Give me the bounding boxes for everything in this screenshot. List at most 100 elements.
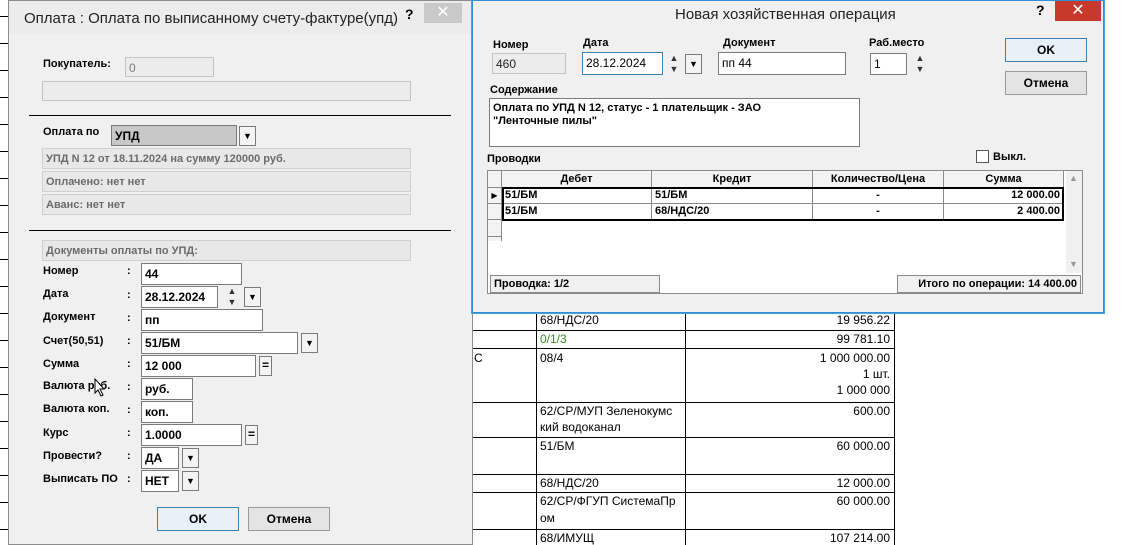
buyer-field[interactable]: 0: [125, 57, 214, 77]
op-document-field[interactable]: пп 44: [718, 52, 846, 75]
content-textarea[interactable]: Оплата по УПД N 12, статус - 1 плательщи…: [489, 98, 860, 147]
close-icon[interactable]: ✕: [1055, 1, 1101, 21]
ledger-account: 51/БМ: [540, 439, 575, 453]
ledger-amount: 600.00: [853, 404, 890, 418]
mouse-cursor-icon: [94, 378, 106, 397]
issue-po-label: Выписать ПО: [43, 473, 118, 485]
pay-by-select[interactable]: УПД: [111, 125, 237, 146]
help-icon[interactable]: ?: [1036, 2, 1045, 18]
docs-header: Документы оплаты по УПД:: [42, 240, 411, 261]
spin-up-icon[interactable]: ▲: [913, 54, 927, 63]
postings-grid: Дебет Кредит Количество/Цена Сумма ▶ 51/…: [487, 170, 1083, 294]
colon: :: [127, 427, 131, 439]
chevron-down-icon[interactable]: ▼: [685, 54, 702, 74]
rate-field[interactable]: 1.0000: [141, 424, 242, 446]
ledger-amount: 1 000 000.00: [819, 351, 890, 365]
postings-label: Проводки: [487, 153, 541, 165]
ledger-account: 68/ИМУЩ: [540, 531, 595, 545]
colon: :: [127, 265, 131, 277]
off-label: Выкл.: [993, 151, 1027, 163]
table-cell[interactable]: 51/БМ: [502, 188, 652, 204]
ledger-account: 68/НДС/20: [540, 476, 599, 490]
currency-kop-field[interactable]: коп.: [141, 401, 193, 423]
cancel-button[interactable]: Отмена: [248, 507, 330, 531]
calculator-icon[interactable]: =: [245, 425, 258, 445]
colon: :: [127, 358, 131, 370]
spin-down-icon[interactable]: ▼: [667, 65, 681, 74]
currency-rub-field[interactable]: руб.: [141, 378, 193, 400]
table-cell[interactable]: 2 400.00: [944, 204, 1064, 220]
ledger-amount: 60 000.00: [836, 494, 890, 508]
buyer-name-field[interactable]: [42, 81, 411, 101]
content-label: Содержание: [490, 84, 558, 96]
vertical-scrollbar[interactable]: ▲ ▼: [1066, 171, 1082, 273]
operation-total: Итого по операции: 14 400.00: [897, 275, 1081, 293]
column-header-sum[interactable]: Сумма: [944, 171, 1064, 188]
table-cell[interactable]: 51/БМ: [502, 204, 652, 220]
ok-button[interactable]: OK: [157, 507, 239, 531]
ledger-account: 68/НДС/20: [540, 313, 599, 327]
table-cell[interactable]: 51/БМ: [652, 188, 813, 204]
op-number-field[interactable]: 460: [492, 53, 566, 74]
close-icon[interactable]: ✕: [424, 3, 462, 23]
column-header-credit[interactable]: Кредит: [652, 171, 813, 188]
chevron-down-icon[interactable]: ▼: [239, 126, 256, 146]
column-header-debit[interactable]: Дебет: [502, 171, 652, 188]
ledger-amount: 107 214.00: [829, 531, 890, 545]
op-cancel-button[interactable]: Отмена: [1005, 71, 1087, 95]
advance-info: Аванс: нет нет: [42, 194, 411, 215]
off-checkbox[interactable]: [976, 150, 989, 163]
row-indicator-header: [488, 171, 502, 188]
table-cell[interactable]: -: [813, 204, 944, 220]
payment-dialog-title: Оплата : Оплата по выписанному счету-фак…: [24, 10, 399, 27]
sum-field[interactable]: 12 000: [141, 355, 256, 377]
operation-dialog-title: Новая хозяйственная операция: [675, 6, 896, 23]
chevron-down-icon[interactable]: ▼: [182, 448, 199, 468]
chevron-down-icon[interactable]: ▼: [182, 471, 199, 491]
spin-down-icon[interactable]: ▼: [913, 65, 927, 74]
ledger-amount: 1 шт.: [862, 367, 890, 381]
column-header-qty[interactable]: Количество/Цена: [813, 171, 944, 188]
op-date-field[interactable]: 28.12.2024: [582, 52, 663, 75]
row-indicator: [488, 204, 502, 220]
content-line: "Ленточные пилы": [493, 115, 597, 127]
spin-up-icon[interactable]: ▲: [667, 54, 681, 63]
scroll-up-icon[interactable]: ▲: [1069, 173, 1078, 183]
calculator-icon[interactable]: =: [259, 356, 272, 376]
divider: [29, 115, 451, 116]
ledger-account: 62/СР/ФГУП СистемаПр: [540, 494, 676, 508]
table-cell[interactable]: -: [813, 188, 944, 204]
help-icon[interactable]: ?: [405, 6, 414, 22]
upd-info: УПД N 12 от 18.11.2024 на сумму 120000 р…: [42, 148, 411, 169]
post-select[interactable]: ДА: [141, 447, 179, 469]
row-pointer-icon: ▶: [488, 188, 502, 204]
ledger-account: кий водоканал: [540, 420, 621, 434]
operation-dialog-titlebar[interactable]: Новая хозяйственная операция ? ✕: [473, 1, 1103, 29]
colon: :: [127, 473, 131, 485]
chevron-down-icon[interactable]: ▼: [301, 333, 318, 353]
number-label: Номер: [43, 265, 79, 277]
workplace-field[interactable]: 1: [870, 53, 907, 75]
table-cell[interactable]: 12 000.00: [944, 188, 1064, 204]
issue-po-select[interactable]: НЕТ: [141, 470, 179, 492]
spin-down-icon[interactable]: ▼: [225, 298, 239, 307]
account-field[interactable]: 51/БМ: [141, 332, 298, 354]
colon: :: [127, 381, 131, 393]
date-field[interactable]: 28.12.2024: [141, 286, 218, 308]
scroll-down-icon[interactable]: ▼: [1069, 259, 1078, 269]
table-cell[interactable]: 68/НДС/20: [652, 204, 813, 220]
colon: :: [127, 335, 131, 347]
op-number-label: Номер: [493, 39, 529, 51]
date-label: Дата: [43, 288, 69, 300]
account-label: Счет(50,51): [43, 335, 104, 347]
chevron-down-icon[interactable]: ▼: [244, 287, 261, 307]
document-label: Документ: [43, 311, 96, 323]
spin-up-icon[interactable]: ▲: [225, 287, 239, 296]
op-ok-button[interactable]: OK: [1005, 38, 1087, 62]
payment-dialog-titlebar[interactable]: Оплата : Оплата по выписанному счету-фак…: [9, 1, 472, 34]
document-field[interactable]: пп: [141, 309, 263, 331]
number-field[interactable]: 44: [141, 263, 242, 285]
ledger-account: ом: [540, 511, 555, 525]
pay-by-label: Оплата по: [43, 126, 100, 138]
divider: [29, 230, 451, 231]
